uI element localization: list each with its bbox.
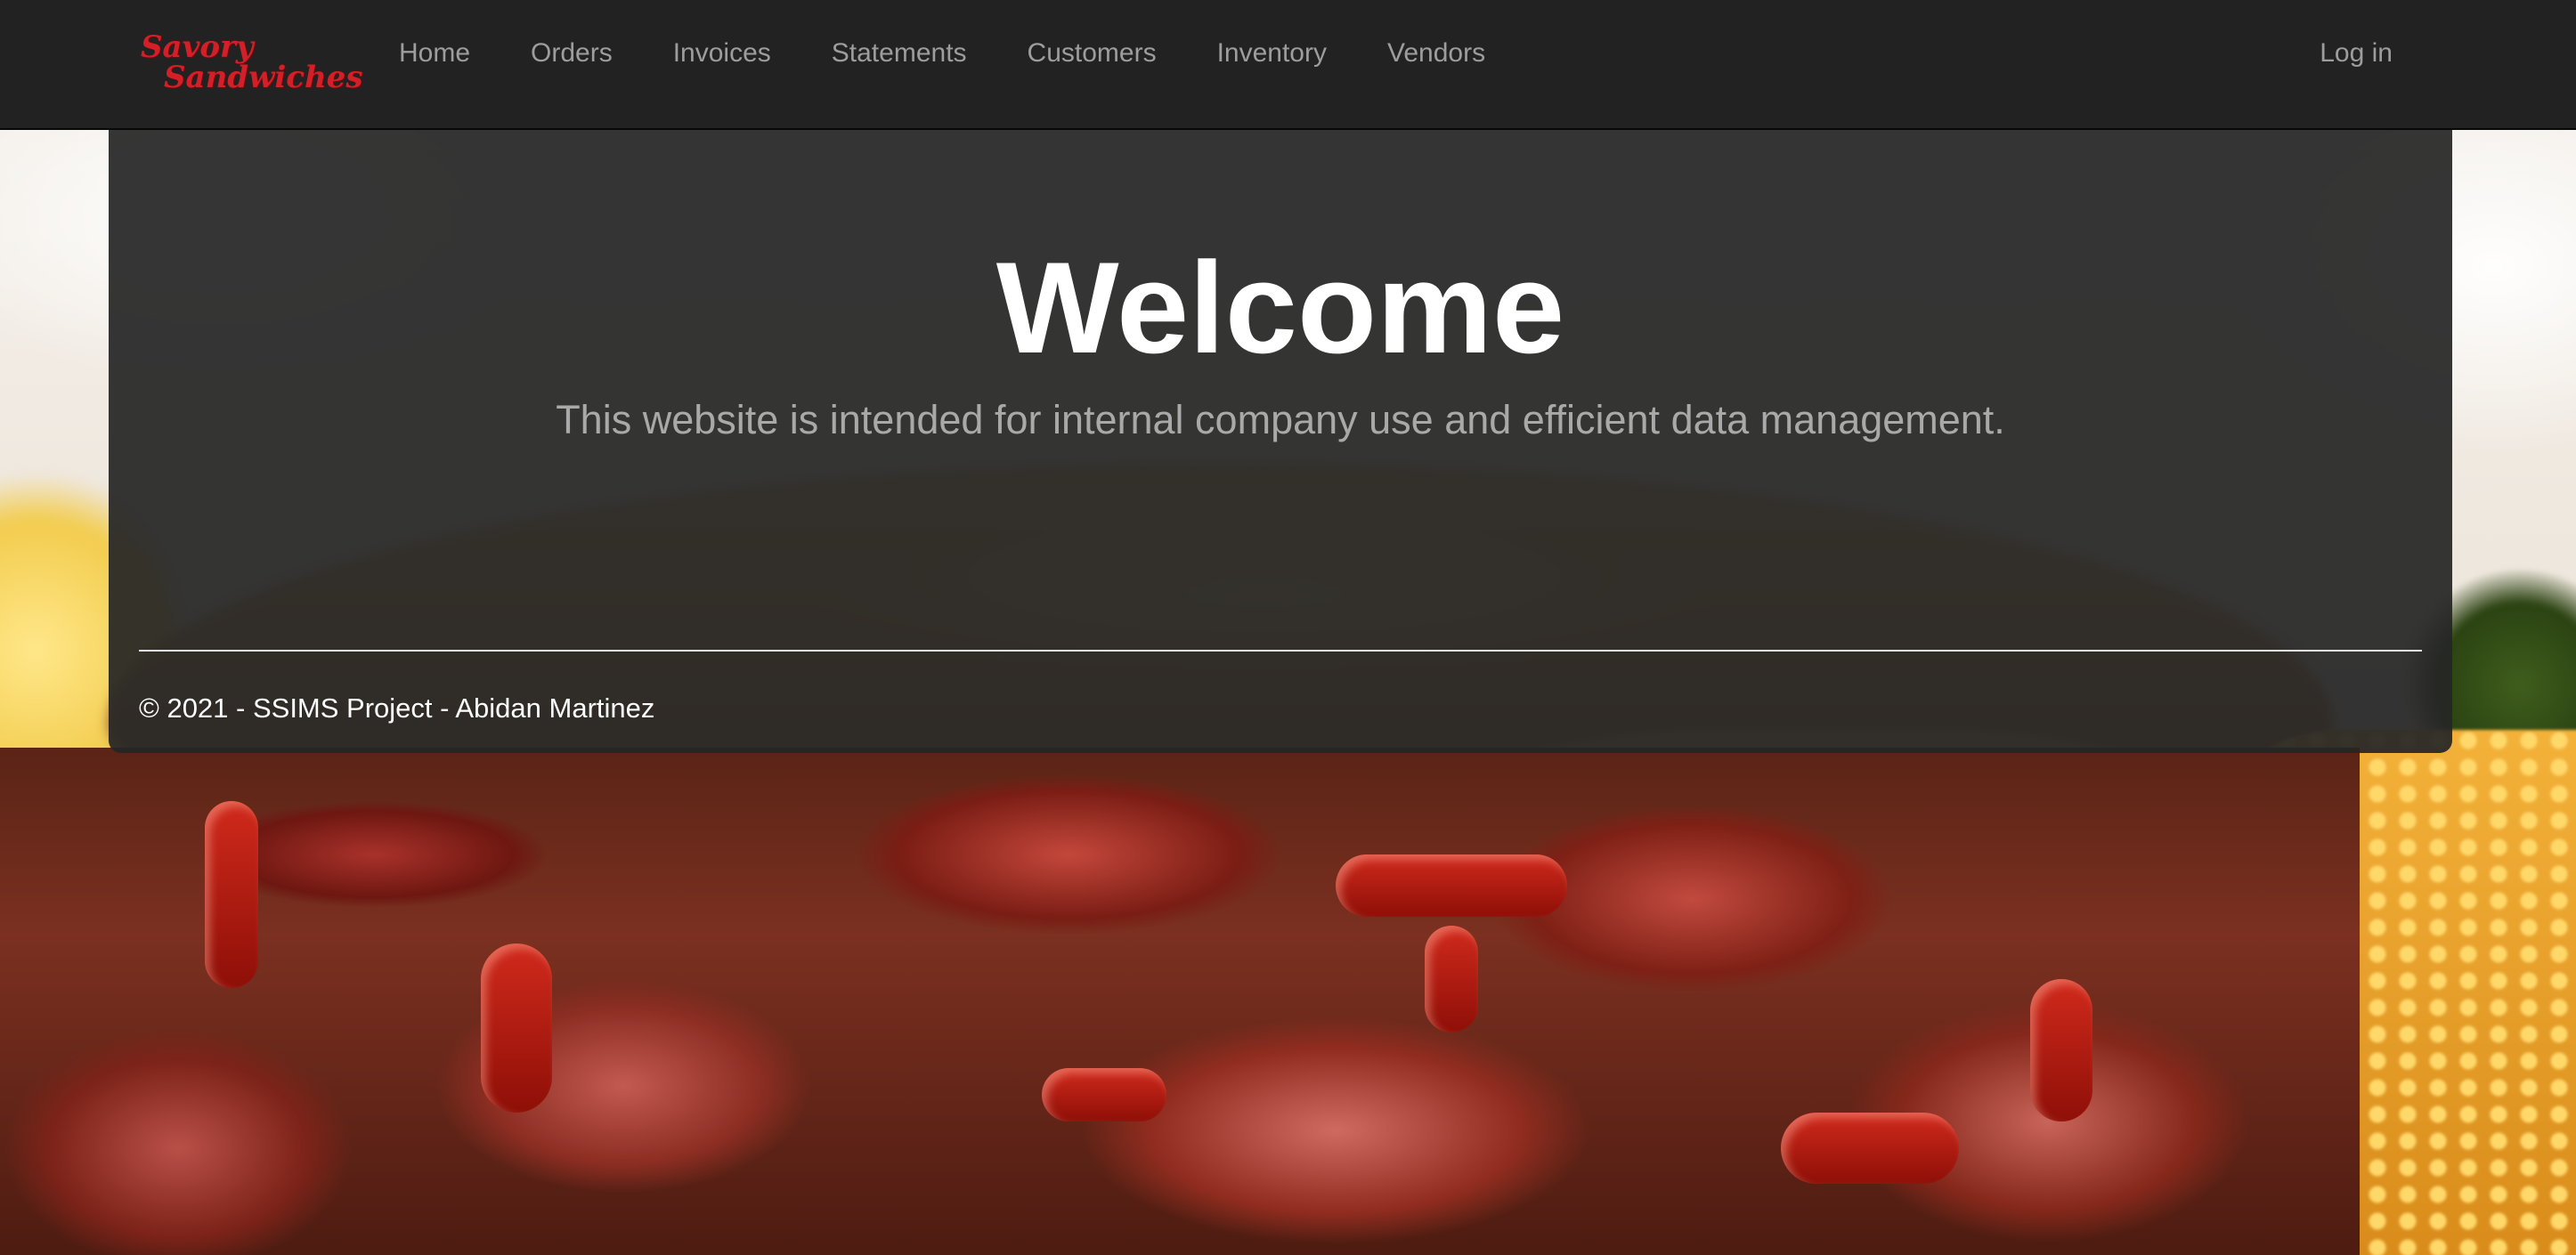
background-sauce-drip: [1425, 926, 1478, 1032]
background-sauce-drip: [481, 943, 552, 1113]
page-lead-text: This website is intended for internal co…: [556, 397, 2005, 442]
nav-link-home[interactable]: Home: [383, 0, 500, 107]
nav-link-invoices[interactable]: Invoices: [643, 0, 801, 107]
background-brisket: [0, 748, 2360, 1255]
footer-divider: [139, 650, 2422, 652]
nav-link-statements[interactable]: Statements: [801, 0, 997, 107]
main-nav: Home Orders Invoices Statements Customer…: [383, 0, 1516, 107]
background-sauce-drip: [2030, 979, 2092, 1121]
top-navbar: Savory Sandwiches Home Orders Invoices S…: [0, 0, 2576, 130]
login-link[interactable]: Log in: [2320, 0, 2393, 107]
background-sauce-drip: [205, 801, 258, 988]
welcome-panel: Welcome This website is intended for int…: [109, 130, 2452, 753]
nav-link-orders[interactable]: Orders: [500, 0, 643, 107]
footer-copyright: © 2021 - SSIMS Project - Abidan Martinez: [139, 692, 655, 724]
brand-logo-line1: Savory: [141, 29, 254, 65]
background-sauce-drip: [1781, 1113, 1959, 1184]
brand-logo-line2: Sandwiches: [164, 60, 363, 95]
background-sauce-drip: [1336, 854, 1567, 917]
background-sauce-drip: [1042, 1068, 1166, 1121]
page-title: Welcome: [995, 235, 1565, 380]
nav-link-inventory[interactable]: Inventory: [1187, 0, 1357, 107]
nav-link-vendors[interactable]: Vendors: [1357, 0, 1516, 107]
brand-logo[interactable]: Savory Sandwiches: [137, 29, 362, 101]
nav-link-customers[interactable]: Customers: [997, 0, 1187, 107]
